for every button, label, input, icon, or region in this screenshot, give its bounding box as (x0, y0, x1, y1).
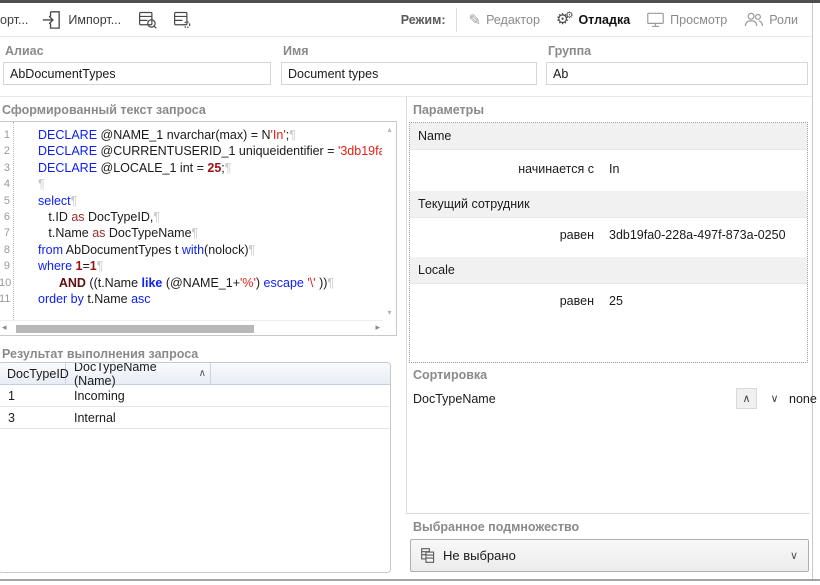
parameter-row[interactable]: начинается с In (410, 150, 807, 191)
condition-label: равен (410, 294, 594, 308)
import-button[interactable]: Импорт... (68, 13, 121, 27)
chevron-up-icon: ∧ (742, 392, 750, 405)
query-search-icon[interactable] (137, 9, 158, 30)
scrollbar-thumb[interactable] (16, 325, 254, 333)
group-input[interactable] (546, 62, 808, 85)
vertical-scrollbar[interactable]: ▴ ▾ (383, 122, 396, 320)
subset-title: Выбранное подмножество (413, 520, 579, 534)
parameter-value[interactable]: 25 (609, 294, 803, 308)
subset-divider (406, 513, 810, 514)
parameter-row[interactable]: равен 3db19fa0-228a-497f-873a-0250 (410, 218, 807, 257)
mode-view-button[interactable]: Просмотр (646, 11, 727, 28)
result-title: Результат выполнения запроса (2, 347, 198, 361)
parameters-title: Параметры (413, 103, 484, 117)
chevron-down-icon: ∨ (790, 549, 798, 562)
alias-input[interactable] (3, 62, 271, 85)
debug-panel: Параметры Name начинается с In Текущий с… (407, 97, 812, 580)
result-grid: DocTypeID DocTypeName (Name) ∧ 1 Incomin… (0, 362, 391, 573)
parameter-row[interactable]: равен 25 (410, 284, 807, 323)
condition-label: равен (410, 228, 594, 242)
panel-left-border (406, 97, 407, 513)
query-panel: Сформированный текст запроса 12345678910… (0, 97, 398, 580)
alias-field-group: Алиас (3, 44, 271, 85)
parameter-section-name: Name начинается с In (410, 123, 807, 191)
query-properties-form: Алиас Имя Группа (0, 40, 812, 94)
sorting-field-label: DocTypeName (413, 392, 496, 406)
horizontal-scrollbar[interactable]: ◂ ▸ (0, 320, 383, 335)
import-document-icon (40, 8, 63, 31)
scroll-right-icon[interactable]: ▸ (375, 322, 380, 333)
parameter-value[interactable]: 3db19fa0-228a-497f-873a-0250 (609, 228, 803, 242)
pencil-icon: ✎ (469, 11, 482, 29)
condition-label: начинается с (410, 162, 594, 176)
query-settings-icon[interactable] (172, 9, 193, 30)
group-field-group: Группа (546, 44, 808, 85)
mode-debug-button[interactable]: ⚙⚙ Отладка (556, 12, 630, 27)
column-header-doctypeid[interactable]: DocTypeID (0, 363, 66, 384)
toolbar: орт... Импорт... Режим: ✎ Редактор ⚙⚙ (0, 3, 812, 37)
gears-icon: ⚙⚙ (556, 12, 574, 27)
table-row[interactable]: 3 Internal (0, 407, 390, 429)
subset-tables-icon (420, 547, 437, 564)
parameter-user-header: Текущий сотрудник (410, 191, 807, 218)
mode-switcher: Режим: ✎ Редактор ⚙⚙ Отладка Просмотр (401, 8, 798, 32)
query-title: Сформированный текст запроса (2, 103, 206, 117)
export-button-truncated[interactable]: орт... (0, 13, 28, 27)
group-label: Группа (546, 44, 808, 58)
parameters-box: Name начинается с In Текущий сотрудник р… (409, 122, 808, 363)
parameter-locale-header: Locale (410, 257, 807, 284)
mode-divider (456, 8, 457, 32)
parameter-name-header: Name (410, 123, 807, 150)
scroll-down-icon[interactable]: ▾ (387, 308, 391, 317)
subset-selected-value: Не выбрано (443, 548, 516, 563)
parameter-section-locale: Locale равен 25 (410, 257, 807, 323)
scroll-up-icon[interactable]: ▴ (387, 125, 391, 134)
mode-roles-button[interactable]: Роли (743, 11, 798, 28)
sort-asc-icon: ∧ (199, 368, 210, 379)
people-icon (743, 11, 764, 28)
sql-code-editor[interactable]: 1234567891011 DECLARE @NAME_1 nvarchar(m… (0, 121, 397, 336)
mode-label: Режим: (401, 13, 446, 27)
chevron-down-icon: ∨ (770, 392, 778, 405)
name-input[interactable] (281, 62, 537, 85)
parameter-value[interactable]: In (609, 162, 803, 176)
name-field-group: Имя (281, 44, 537, 85)
result-grid-header: DocTypeID DocTypeName (Name) ∧ (0, 363, 390, 385)
sorting-title: Сортировка (413, 368, 487, 382)
query-code-lines: DECLARE @NAME_1 nvarchar(max) = N'In';¶D… (15, 122, 382, 319)
scroll-left-icon[interactable]: ◂ (2, 322, 7, 333)
name-label: Имя (281, 44, 537, 58)
column-header-doctypename[interactable]: DocTypeName (Name) ∧ (66, 363, 211, 384)
alias-label: Алиас (3, 44, 271, 58)
sort-move-up-button[interactable]: ∧ (736, 388, 757, 409)
sorting-row: DocTypeName ∧ ∨ none (413, 388, 808, 412)
table-row[interactable]: 1 Incoming (0, 385, 390, 407)
monitor-icon (646, 11, 665, 28)
subset-dropdown[interactable]: Не выбрано ∨ (410, 539, 809, 572)
mode-editor-button[interactable]: ✎ Редактор (469, 11, 540, 29)
parameter-section-current-user: Текущий сотрудник равен 3db19fa0-228a-49… (410, 191, 807, 257)
sort-move-down-button[interactable]: ∨ (764, 388, 785, 409)
sorting-order-value[interactable]: none (789, 392, 817, 406)
query-code-gutter: 1234567891011 (0, 122, 14, 320)
window-right-edge (812, 3, 813, 580)
